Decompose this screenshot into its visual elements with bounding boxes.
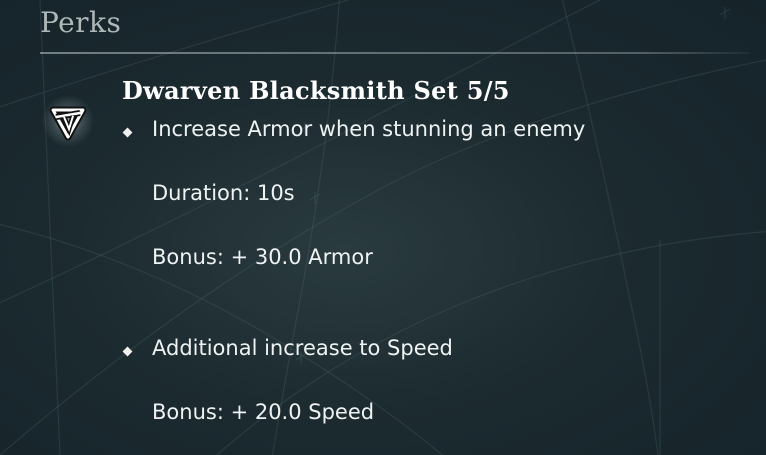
section-divider	[40, 52, 750, 54]
perk-effect-bonus: Bonus: + 20.0 Speed	[152, 400, 375, 424]
perk-effect-bonus: Bonus: + 30.0 Armor	[152, 245, 373, 269]
dwarven-rune-icon	[42, 95, 94, 147]
background-pattern	[0, 0, 766, 455]
perk-effect-description: Additional increase to Speed	[152, 336, 453, 360]
section-title: Perks	[40, 6, 122, 39]
perk-name: Dwarven Blacksmith Set 5/5	[122, 76, 510, 105]
perk-effect-duration: Duration: 10s	[152, 181, 295, 205]
perk-effect-description: Increase Armor when stunning an enemy	[152, 117, 586, 141]
